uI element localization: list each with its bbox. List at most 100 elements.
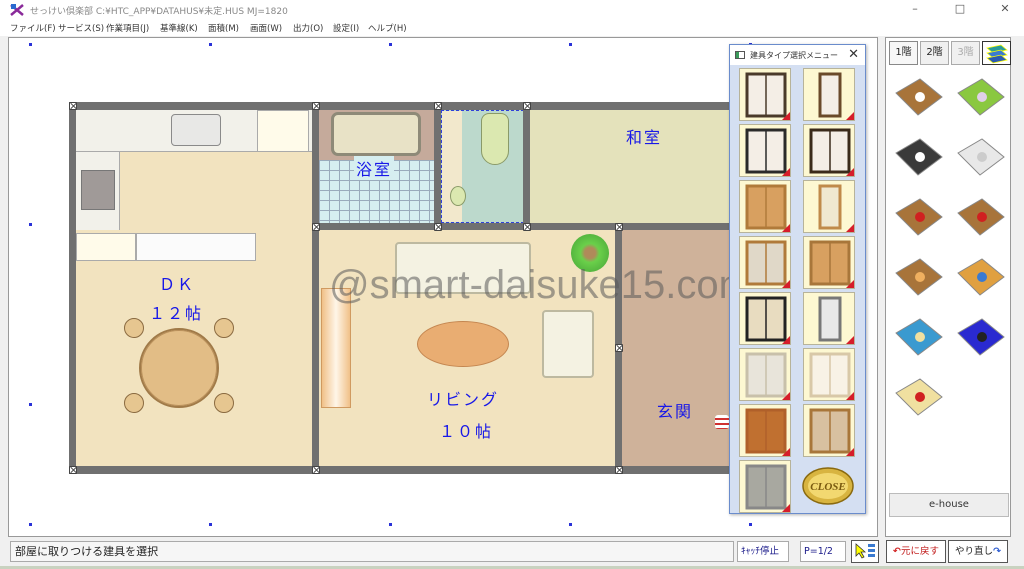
wall-node[interactable] [69, 466, 77, 474]
wall-tool-button[interactable] [952, 131, 1010, 189]
door-type-glass-swing-door[interactable] [803, 180, 855, 233]
fusuma-sliding-door-icon [745, 352, 787, 398]
snap-toggle[interactable]: ｷｬｯﾁ停止 [737, 541, 789, 562]
cursor-xy-icon [855, 543, 875, 559]
menu-area[interactable]: 面積(M) [208, 22, 239, 34]
wall-node[interactable] [312, 102, 320, 110]
wall-node[interactable] [615, 344, 623, 352]
stairs-tool-button[interactable] [890, 191, 948, 249]
dialog-title-bar[interactable]: 建具タイプ選択メニュー ✕ [730, 45, 865, 65]
door-type-lattice-sliding-door[interactable] [803, 404, 855, 457]
wall-node[interactable] [69, 102, 77, 110]
menu-baseline[interactable]: 基準線(K) [160, 22, 198, 34]
door-type-double-hung-window[interactable] [739, 124, 791, 177]
door-tool-button[interactable] [890, 251, 948, 309]
wall-top [69, 102, 749, 110]
room-label-living-size: １０帖 [439, 422, 494, 441]
side-panel-blank [889, 521, 1009, 535]
sliding-window-icon [745, 72, 787, 118]
floor-tab-1[interactable]: 1階 [889, 41, 918, 65]
room-tool-button[interactable] [890, 71, 948, 129]
wall-tool-icon [957, 138, 1005, 176]
door-type-bay-window[interactable] [803, 124, 855, 177]
rug [417, 321, 509, 367]
wall-node[interactable] [615, 223, 623, 231]
roof-tool-button[interactable] [890, 131, 948, 189]
grid-dot [209, 523, 212, 526]
room-label-dk-size: １２帖 [149, 304, 204, 323]
minimize-button[interactable]: – [900, 0, 930, 20]
menu-screen[interactable]: 画面(W) [250, 22, 282, 34]
menu-service[interactable]: サービス(S) [58, 22, 104, 34]
door-type-narrow-glass-door[interactable] [803, 292, 855, 345]
shutter-icon [745, 464, 787, 510]
grid-dot [569, 43, 572, 46]
floor-tab-3: 3階 [951, 41, 980, 65]
wall-node[interactable] [312, 223, 320, 231]
kitchen-island-left [76, 233, 136, 261]
floor-tab-2[interactable]: 2階 [920, 41, 949, 65]
kitchen-stove [81, 170, 115, 210]
menu-settings[interactable]: 設定(I) [333, 22, 359, 34]
door-type-shoji-screen[interactable] [803, 348, 855, 401]
wall-node[interactable] [523, 223, 531, 231]
entrance-door-icon [745, 408, 787, 454]
kitchen-island [136, 233, 256, 261]
dialog-window-icon [735, 51, 745, 59]
door-type-panel-folding-door[interactable] [803, 236, 855, 289]
door-type-single-window[interactable] [803, 68, 855, 121]
close-window-button[interactable]: ✕ [990, 0, 1020, 20]
undo-button[interactable]: ↶元に戻す [886, 540, 946, 563]
room-label-genkan: 玄関 [657, 402, 694, 421]
menu-output[interactable]: 出力(O) [293, 22, 323, 34]
dining-table-top [141, 330, 217, 406]
connect-room-tool-button[interactable] [952, 191, 1010, 249]
eraser-tool-button[interactable] [952, 311, 1010, 369]
shoes [715, 415, 729, 429]
window-title: せっけい倶楽部 C:¥HTC_APP¥DATAHUS¥未定.HUS MJ=182… [30, 7, 288, 17]
grid-dot [569, 523, 572, 526]
glass-swing-door-icon [818, 184, 842, 230]
door-type-shoji-sliding-window[interactable] [739, 292, 791, 345]
close-button[interactable]: CLOSE [802, 459, 854, 512]
menu-bar: ファイル(F) サービス(S) 作業項目(J) 基準線(K) 面積(M) 画面(… [0, 20, 1024, 36]
wall-node[interactable] [523, 102, 531, 110]
maximize-button[interactable]: □ [945, 0, 975, 20]
door-type-closet-door[interactable] [739, 180, 791, 233]
menu-help[interactable]: ヘルプ(H) [368, 22, 407, 34]
door-type-dialog: 建具タイプ選択メニュー ✕ CLOSE [729, 44, 866, 514]
wall-node[interactable] [615, 466, 623, 474]
door-type-sliding-window[interactable] [739, 68, 791, 121]
room-tool-icon [895, 78, 943, 116]
wall-node[interactable] [434, 102, 442, 110]
redo-button[interactable]: やり直し↷ [948, 540, 1008, 563]
closet-door-icon [745, 184, 787, 230]
menu-file[interactable]: ファイル(F) [10, 22, 56, 34]
interior-3d-tool-button[interactable] [890, 311, 948, 369]
ehouse-button[interactable]: e-house [889, 493, 1009, 517]
garden-tool-button[interactable] [952, 71, 1010, 129]
all-floors-button[interactable] [982, 41, 1011, 65]
door-type-shutter[interactable] [739, 460, 791, 513]
door-type-fusuma-sliding-door[interactable] [739, 348, 791, 401]
page-indicator: P=1/2 [800, 541, 846, 562]
door-type-entrance-door[interactable] [739, 404, 791, 457]
furniture-tool-icon [957, 258, 1005, 296]
door-type-half-glass-closet-door[interactable] [739, 236, 791, 289]
move-tool-button[interactable] [890, 371, 948, 429]
roof-tool-icon [895, 138, 943, 176]
cursor-coordinates-button[interactable] [851, 540, 879, 563]
stairs-tool-icon [895, 198, 943, 236]
furniture-tool-button[interactable] [952, 251, 1010, 309]
grid-dot [29, 523, 32, 526]
wall-node[interactable] [312, 466, 320, 474]
grid-dot [29, 403, 32, 406]
watermark-text: @smart-daisuke15.com [329, 263, 752, 307]
wall-left [69, 102, 76, 474]
wall-node[interactable] [434, 223, 442, 231]
menu-work-items[interactable]: 作業項目(J) [106, 22, 149, 34]
status-message: 部屋に取りつける建具を選択 [10, 541, 734, 562]
wall-bath-toilet [434, 102, 441, 230]
dialog-close-icon[interactable]: ✕ [848, 47, 859, 62]
grid-dot [29, 223, 32, 226]
